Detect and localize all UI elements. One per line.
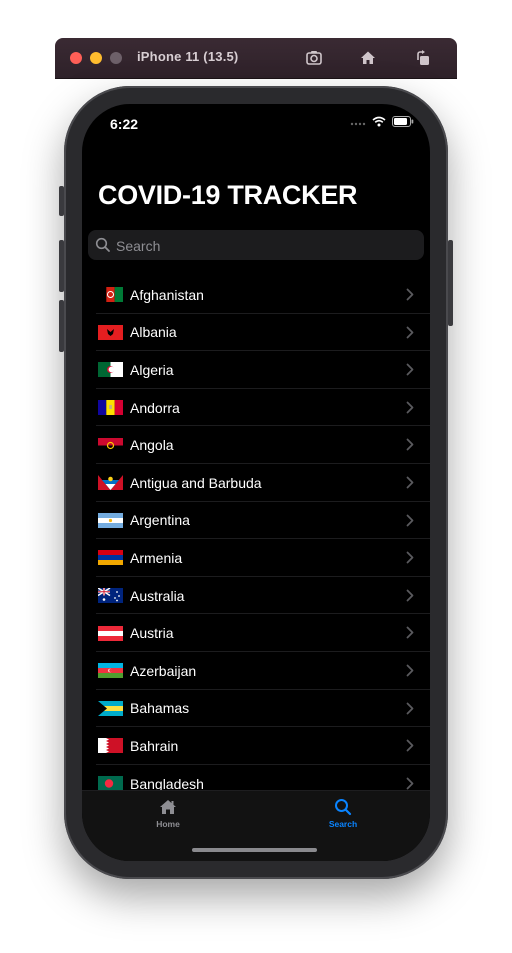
country-name: Afghanistan [130, 286, 204, 303]
notch [160, 104, 352, 132]
country-row[interactable]: Argentina [82, 502, 430, 540]
country-row[interactable]: Bahamas [82, 690, 430, 728]
page-title: COVID-19 TRACKER [98, 180, 358, 210]
flag-icon [98, 287, 123, 303]
tab-search-label: Search [328, 819, 358, 829]
phone-screen: 6:22 COVID-19 TRACKER Afghanistan Albania… [82, 104, 430, 861]
window-title: iPhone 11 (13.5) [137, 49, 239, 64]
tab-home[interactable]: Home [128, 797, 208, 829]
country-name: Australia [130, 587, 185, 604]
country-row[interactable]: Antigua and Barbuda [82, 464, 430, 502]
country-name: Argentina [130, 512, 190, 529]
search-input[interactable] [114, 230, 418, 262]
country-name: Andorra [130, 399, 180, 416]
chevron-right-icon [406, 589, 414, 602]
home-indicator [192, 848, 317, 852]
magnifier-icon [335, 799, 352, 816]
chevron-right-icon [406, 551, 414, 564]
country-row[interactable]: Andorra [82, 389, 430, 427]
chevron-right-icon [406, 363, 414, 376]
flag-icon [98, 738, 123, 754]
country-row[interactable]: Angola [82, 426, 430, 464]
flag-icon [98, 475, 123, 491]
search-bar[interactable] [88, 230, 424, 262]
rotate-device-icon[interactable] [413, 48, 433, 68]
country-name: Albania [130, 324, 177, 341]
flag-icon [98, 512, 123, 528]
volume-up-button [59, 240, 64, 292]
country-name: Angola [130, 437, 174, 454]
country-row[interactable]: Armenia [82, 539, 430, 577]
side-button [448, 240, 453, 326]
flag-icon [98, 700, 123, 716]
country-row[interactable]: Azerbaijan [82, 652, 430, 690]
flag-icon [98, 362, 123, 378]
country-row[interactable]: Bahrain [82, 727, 430, 765]
chevron-right-icon [406, 777, 414, 790]
zoom-window-button[interactable] [110, 52, 122, 64]
simulator-title-bar: iPhone 11 (13.5) [55, 38, 457, 78]
flag-icon [98, 625, 123, 641]
house-icon [160, 800, 176, 814]
close-window-button[interactable] [70, 52, 82, 64]
chevron-right-icon [406, 438, 414, 451]
chevron-right-icon [406, 702, 414, 714]
status-time: 6:22 [110, 116, 139, 132]
chevron-right-icon [406, 288, 414, 301]
country-row[interactable]: Albania [82, 314, 430, 352]
flag-icon [98, 776, 123, 792]
flag-icon [98, 437, 123, 453]
home-button-icon[interactable] [358, 48, 378, 68]
minimize-window-button[interactable] [90, 52, 102, 64]
chevron-right-icon [406, 476, 414, 489]
flag-icon [98, 324, 123, 340]
country-list: Afghanistan Albania Algeria Andorra Angola An… [82, 276, 430, 802]
volume-down-button [59, 300, 64, 352]
wifi-icon [372, 116, 386, 127]
chevron-right-icon [406, 326, 414, 338]
country-name: Antigua and Barbuda [130, 474, 262, 491]
flag-icon [98, 588, 123, 604]
tab-home-label: Home [156, 819, 180, 829]
country-row[interactable]: Australia [82, 577, 430, 615]
search-icon [95, 237, 110, 252]
country-row[interactable]: Austria [82, 614, 430, 652]
country-name: Algeria [130, 361, 174, 378]
status-icons [350, 116, 414, 127]
country-name: Bahamas [130, 700, 190, 717]
flag-icon [98, 663, 123, 679]
country-name: Azerbaijan [130, 662, 197, 679]
chevron-right-icon [406, 664, 414, 677]
country-name: Austria [130, 625, 174, 642]
signal-icon [350, 122, 366, 125]
country-row[interactable]: Algeria [82, 351, 430, 389]
flag-icon [98, 550, 123, 566]
country-name: Armenia [130, 549, 183, 566]
country-row[interactable]: Afghanistan [82, 276, 430, 314]
screenshot-icon[interactable] [304, 48, 324, 68]
chevron-right-icon [406, 401, 414, 414]
chevron-right-icon [406, 514, 414, 526]
flag-icon [98, 400, 123, 416]
chevron-right-icon [406, 626, 414, 639]
chevron-right-icon [406, 739, 414, 752]
battery-icon [392, 116, 414, 127]
tab-search[interactable]: Search [303, 797, 383, 829]
silent-switch [59, 186, 64, 216]
country-name: Bahrain [130, 737, 179, 754]
